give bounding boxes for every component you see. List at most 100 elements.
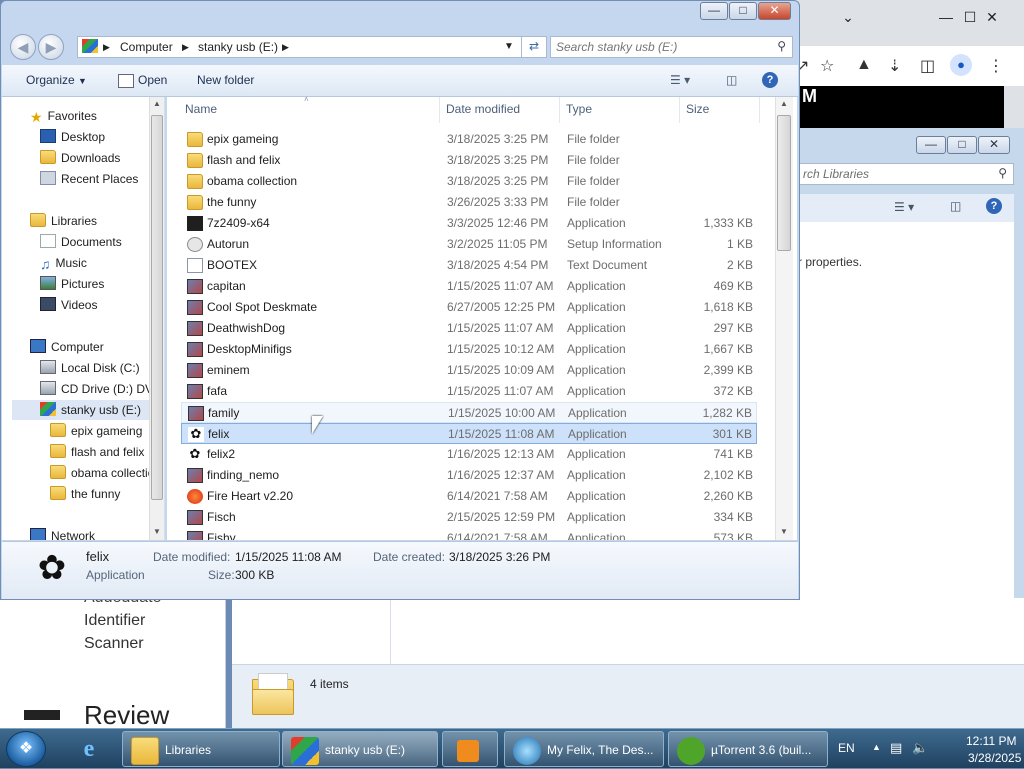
volume-muted-icon[interactable]: 🔈 xyxy=(912,740,928,756)
refresh-button[interactable]: ⇄ xyxy=(521,36,547,58)
forward-button[interactable]: ▶ xyxy=(38,34,64,60)
file-row[interactable]: epix gameing 3/18/2025 3:25 PM File folder xyxy=(181,129,757,150)
file-row[interactable]: BOOTEX 3/18/2025 4:54 PM Text Document 2 KB xyxy=(181,255,757,276)
maximize-button[interactable]: □ xyxy=(729,2,757,20)
file-row[interactable]: flash and felix 3/18/2025 3:25 PM File fol… xyxy=(181,150,757,171)
file-row[interactable]: DesktopMinifigs 1/15/2025 10:12 AM Applica… xyxy=(181,339,757,360)
column-divider[interactable] xyxy=(559,97,560,123)
column-header-type[interactable]: Type xyxy=(566,102,592,116)
file-row[interactable]: capitan 1/15/2025 11:07 AM Application 469 … xyxy=(181,276,757,297)
nav-music[interactable]: ♫ Music xyxy=(40,253,87,273)
taskbar-my-felix[interactable]: My Felix, The Des... xyxy=(504,731,664,767)
taskbar-utorrent[interactable]: µTorrent 3.6 (buil... xyxy=(668,731,828,767)
clock-date[interactable]: 3/28/2025 xyxy=(968,751,1021,765)
scroll-down-icon[interactable]: ▼ xyxy=(153,527,161,536)
file-list-scrollbar-thumb[interactable] xyxy=(777,115,791,251)
nav-desktop[interactable]: Desktop xyxy=(40,127,105,147)
menu-kebab-icon[interactable]: ⋮ xyxy=(988,56,1004,76)
file-row[interactable]: 7z2409-x64 3/3/2025 12:46 PM Application 1,… xyxy=(181,213,757,234)
nav-subfolder-obama[interactable]: obama collection xyxy=(50,463,161,483)
network-tray-icon[interactable]: ▤ xyxy=(890,740,902,756)
nav-subfolder-funny[interactable]: the funny xyxy=(50,484,120,504)
close-icon[interactable]: ✕ xyxy=(972,6,1012,28)
new-folder-button[interactable]: New folder xyxy=(197,73,254,87)
preview-pane-icon[interactable]: ◫ xyxy=(726,73,737,87)
file-row[interactable]: Fishy 6/14/2021 7:58 AM Application 573 KB xyxy=(181,528,757,540)
nav-usb-drive[interactable]: stanky usb (E:) xyxy=(12,400,149,420)
download-icon[interactable]: ⇣ xyxy=(888,56,901,76)
nav-computer[interactable]: Computer xyxy=(30,337,104,357)
column-header-name[interactable]: Name xyxy=(185,102,217,116)
nav-videos[interactable]: Videos xyxy=(40,295,97,315)
breadcrumb-separator-icon[interactable]: ▶ xyxy=(282,42,289,53)
file-row[interactable]: fafa 1/15/2025 11:07 AM Application 372 KB xyxy=(181,381,757,402)
breadcrumb-separator-icon[interactable]: ▶ xyxy=(103,42,110,53)
clock-time[interactable]: 12:11 PM xyxy=(966,734,1016,748)
file-row[interactable]: Fire Heart v2.20 6/14/2021 7:58 AM Applica… xyxy=(181,486,757,507)
breadcrumb-usb[interactable]: stanky usb (E:) xyxy=(198,40,278,54)
profile-icon[interactable]: ● xyxy=(950,54,972,76)
nav-libraries[interactable]: Libraries xyxy=(30,211,97,231)
close-button[interactable]: ✕ xyxy=(758,2,791,20)
views-icon[interactable]: ☰ ▾ xyxy=(894,200,914,214)
sidepanel-icon[interactable]: ◫ xyxy=(920,56,935,76)
tab-dropdown-icon[interactable]: ⌄ xyxy=(828,6,868,28)
file-row[interactable]: obama collection 3/18/2025 3:25 PM File fo… xyxy=(181,171,757,192)
help-icon[interactable]: ? xyxy=(762,72,778,88)
close-icon[interactable]: ✕ xyxy=(978,136,1010,154)
column-divider[interactable] xyxy=(439,97,440,123)
file-row[interactable]: eminem 1/15/2025 10:09 AM Application 2,399… xyxy=(181,360,757,381)
open-button[interactable]: Open xyxy=(138,73,167,87)
breadcrumb-computer[interactable]: Computer xyxy=(120,40,173,54)
nav-subfolder-flash[interactable]: flash and felix xyxy=(50,442,144,462)
nav-pictures[interactable]: Pictures xyxy=(40,274,104,294)
nav-scrollbar-thumb[interactable] xyxy=(151,115,163,500)
nav-network[interactable]: Network xyxy=(30,526,95,540)
libraries-search-input[interactable]: rch Libraries ⚲ xyxy=(798,163,1014,185)
nav-favorites[interactable]: ★ Favorites xyxy=(30,106,97,126)
file-row[interactable]: Fisch 2/15/2025 12:59 PM Application 334 KB xyxy=(181,507,757,528)
file-row[interactable]: Cool Spot Deskmate 6/27/2005 12:25 PM Appl… xyxy=(181,297,757,318)
help-icon[interactable]: ? xyxy=(986,198,1002,214)
internet-explorer-icon[interactable]: e xyxy=(62,731,116,767)
taskbar-libraries[interactable]: Libraries xyxy=(122,731,280,767)
search-input[interactable] xyxy=(551,37,761,57)
minimize-icon[interactable]: — xyxy=(916,136,946,154)
file-row[interactable]: family 1/15/2025 10:00 AM Application 1,282… xyxy=(181,402,757,423)
maximize-icon[interactable]: □ xyxy=(947,136,977,154)
column-header-date[interactable]: Date modified xyxy=(446,102,520,116)
file-row[interactable]: finding_nemo 1/16/2025 12:37 AM Applicatio… xyxy=(181,465,757,486)
extension-icon[interactable]: ▲ xyxy=(856,56,872,74)
taskbar-media-player[interactable] xyxy=(442,731,498,767)
organize-button[interactable]: Organize ▼ xyxy=(26,73,87,87)
column-divider[interactable] xyxy=(759,97,760,123)
nav-local-disk[interactable]: Local Disk (C:) xyxy=(40,358,140,378)
scroll-down-icon[interactable]: ▼ xyxy=(780,527,788,536)
nav-cd-drive[interactable]: CD Drive (D:) DVD xyxy=(40,379,162,399)
start-button[interactable]: ❖ xyxy=(6,731,46,767)
taskbar-stanky-usb[interactable]: stanky usb (E:) xyxy=(282,731,438,767)
file-row[interactable]: ✿ felix2 1/16/2025 12:13 AM Application 741 … xyxy=(181,444,757,465)
minimize-button[interactable]: — xyxy=(700,2,728,20)
scroll-up-icon[interactable]: ▲ xyxy=(780,99,788,108)
file-row[interactable]: Autorun 3/2/2025 11:05 PM Setup Informatio… xyxy=(181,234,757,255)
preview-pane-icon[interactable]: ◫ xyxy=(950,199,961,213)
address-bar[interactable]: ▶ Computer ▶ stanky usb (E:) ▶ ▼ xyxy=(77,36,525,58)
change-view-icon[interactable]: ☰ ▾ xyxy=(670,73,690,87)
bookmark-star-icon[interactable]: ☆ xyxy=(820,56,834,76)
language-indicator[interactable]: EN xyxy=(838,741,855,755)
back-button[interactable]: ◀ xyxy=(10,34,36,60)
file-row[interactable]: ✿ felix 1/15/2025 11:08 AM Application 301 K… xyxy=(181,423,757,444)
search-icon[interactable]: ⚲ xyxy=(777,39,786,53)
file-row[interactable]: the funny 3/26/2025 3:33 PM File folder xyxy=(181,192,757,213)
nav-documents[interactable]: Documents xyxy=(40,232,122,252)
file-row[interactable]: DeathwishDog 1/15/2025 11:07 AM Applicatio… xyxy=(181,318,757,339)
breadcrumb-separator-icon[interactable]: ▶ xyxy=(182,42,189,53)
show-hidden-icons-icon[interactable]: ▲ xyxy=(872,742,881,752)
nav-downloads[interactable]: Downloads xyxy=(40,148,120,168)
column-header-size[interactable]: Size xyxy=(686,102,709,116)
nav-subfolder-epix[interactable]: epix gameing xyxy=(50,421,142,441)
scroll-up-icon[interactable]: ▲ xyxy=(153,99,161,108)
column-divider[interactable] xyxy=(679,97,680,123)
address-dropdown-icon[interactable]: ▼ xyxy=(504,41,514,52)
